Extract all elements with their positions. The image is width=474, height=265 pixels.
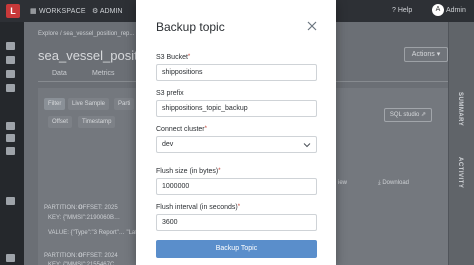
flush-size-label: Flush size (in bytes)*	[156, 168, 221, 175]
view-label[interactable]: iew	[338, 180, 347, 186]
required-marker: *	[218, 168, 221, 174]
partition-button[interactable]: Parti	[114, 98, 135, 110]
flush-interval-label: Flush interval (in seconds)*	[156, 204, 241, 211]
record-key[interactable]: KEY: {"MMSI":2190060B…	[48, 215, 120, 221]
tab-metrics[interactable]: Metrics	[92, 70, 115, 77]
backup-topic-dialog: Backup topic S3 Bucket* shippositions S3…	[136, 0, 336, 265]
tab-data[interactable]: Data	[52, 70, 67, 77]
s3-bucket-input[interactable]: shippositions	[156, 64, 317, 81]
schema-icon[interactable]	[6, 70, 15, 78]
record-offset: OFFSET: 2025	[78, 205, 118, 211]
collapse-icon[interactable]	[6, 254, 15, 262]
folder-icon[interactable]	[6, 42, 15, 50]
sql-studio-button[interactable]: SQL studio ⇗	[384, 108, 432, 122]
connect-cluster-value: dev	[162, 141, 174, 148]
actions-label: Actions	[411, 51, 435, 58]
backup-topic-button[interactable]: Backup Topic	[156, 240, 317, 258]
list-icon[interactable]	[6, 84, 15, 92]
breadcrumb[interactable]: Explore / sea_vessel_position_rep...	[38, 31, 134, 37]
record-partition: PARTITION: 0	[44, 205, 83, 211]
timestamp-button[interactable]: Timestamp	[78, 116, 116, 128]
activity-tab[interactable]: ACTIVITY	[457, 157, 463, 188]
chevron-down-icon	[303, 143, 311, 148]
actions-button[interactable]: Actions ▾	[404, 47, 448, 62]
summary-tab[interactable]: SUMMARY	[457, 92, 463, 126]
app-logo[interactable]: L	[6, 4, 20, 18]
workspace-menu[interactable]: ▦ WORKSPACE	[30, 7, 86, 15]
settings-icon[interactable]	[6, 147, 15, 155]
s3-prefix-input[interactable]: shippositions_topic_backup	[156, 100, 317, 117]
flush-interval-input[interactable]: 3600	[156, 214, 317, 231]
admin-menu[interactable]: ⚙ ADMIN	[92, 7, 122, 15]
record-offset: OFFSET: 2024	[78, 253, 118, 259]
download-label: Download	[382, 180, 410, 186]
sql-studio-label: SQL studio	[389, 112, 420, 118]
connectors-icon[interactable]	[6, 197, 15, 205]
live-sample-button[interactable]: Live Sample	[68, 98, 110, 110]
flush-size-input[interactable]: 1000000	[156, 178, 317, 195]
topics-icon[interactable]	[6, 56, 15, 64]
right-rail: SUMMARY ACTIVITY	[448, 22, 474, 265]
workspace-label: WORKSPACE	[38, 8, 86, 15]
connect-cluster-label: Connect cluster*	[156, 126, 207, 133]
user-name[interactable]: Admin	[446, 7, 466, 14]
record-partition: PARTITION: 0	[44, 253, 83, 259]
required-marker: *	[237, 204, 241, 210]
s3-prefix-label: S3 prefix	[156, 90, 184, 97]
code-icon[interactable]	[6, 134, 15, 142]
dialog-title: Backup topic	[156, 20, 225, 34]
avatar[interactable]: A	[432, 4, 444, 16]
download-button[interactable]: ⤓ Download	[378, 180, 409, 187]
required-marker: *	[204, 126, 207, 132]
left-sidebar	[0, 22, 24, 265]
connect-cluster-select[interactable]: dev	[156, 136, 317, 153]
filter-button[interactable]: Filter	[44, 98, 66, 110]
admin-label: ADMIN	[99, 8, 123, 15]
s3-bucket-label: S3 Bucket*	[156, 54, 191, 61]
help-label: Help	[397, 7, 413, 14]
close-icon[interactable]	[306, 20, 318, 32]
required-marker: *	[187, 54, 191, 60]
offset-button[interactable]: Offset	[48, 116, 72, 128]
help-link[interactable]: ? Help	[392, 7, 412, 14]
share-icon[interactable]	[6, 122, 15, 130]
